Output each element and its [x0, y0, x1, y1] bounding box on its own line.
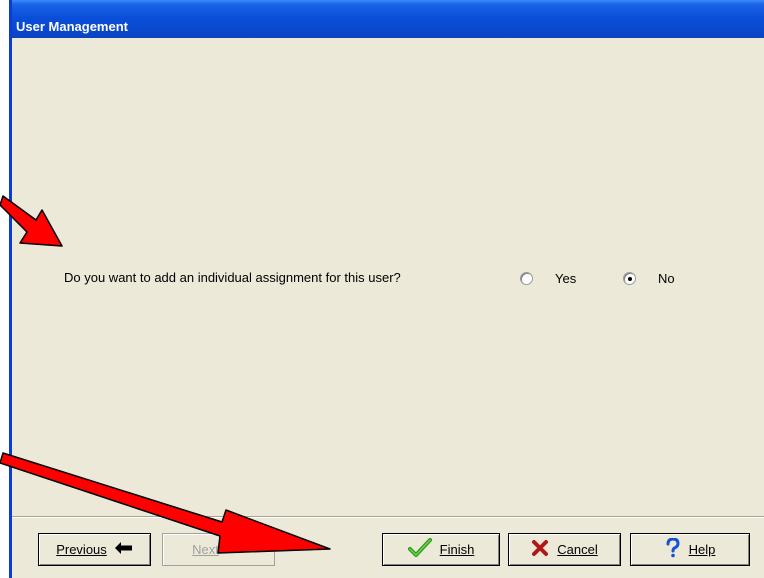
radio-no-label[interactable]: No [658, 271, 675, 286]
finish-button[interactable]: Finish [382, 533, 500, 566]
wizard-content: Do you want to add an individual assignm… [12, 38, 764, 516]
left-arrow-icon [114, 542, 133, 557]
question-mark-icon [665, 537, 681, 561]
cancel-button[interactable]: Cancel [508, 533, 621, 566]
help-label: Help [688, 542, 716, 557]
next-label: Next [192, 542, 219, 557]
radio-yes[interactable]: Yes [520, 271, 576, 286]
finish-label: Finish [439, 542, 475, 557]
next-button[interactable]: Next [162, 533, 275, 566]
previous-button[interactable]: Previous [38, 533, 151, 566]
previous-label: Previous [56, 542, 107, 557]
x-icon [531, 539, 549, 560]
help-button[interactable]: Help [630, 533, 750, 566]
right-arrow-icon [227, 542, 245, 557]
cancel-label: Cancel [557, 542, 598, 557]
radio-no-circle[interactable] [623, 272, 636, 285]
radio-yes-label[interactable]: Yes [555, 271, 576, 286]
checkmark-icon [407, 538, 432, 561]
window-title: User Management [16, 19, 128, 34]
radio-no[interactable]: No [623, 271, 675, 286]
radio-yes-circle[interactable] [520, 272, 533, 285]
button-separator [12, 516, 764, 518]
title-bar: User Management [12, 0, 764, 38]
question-text: Do you want to add an individual assignm… [64, 270, 401, 285]
user-management-window: User Management Do you want to add an in… [9, 0, 764, 578]
